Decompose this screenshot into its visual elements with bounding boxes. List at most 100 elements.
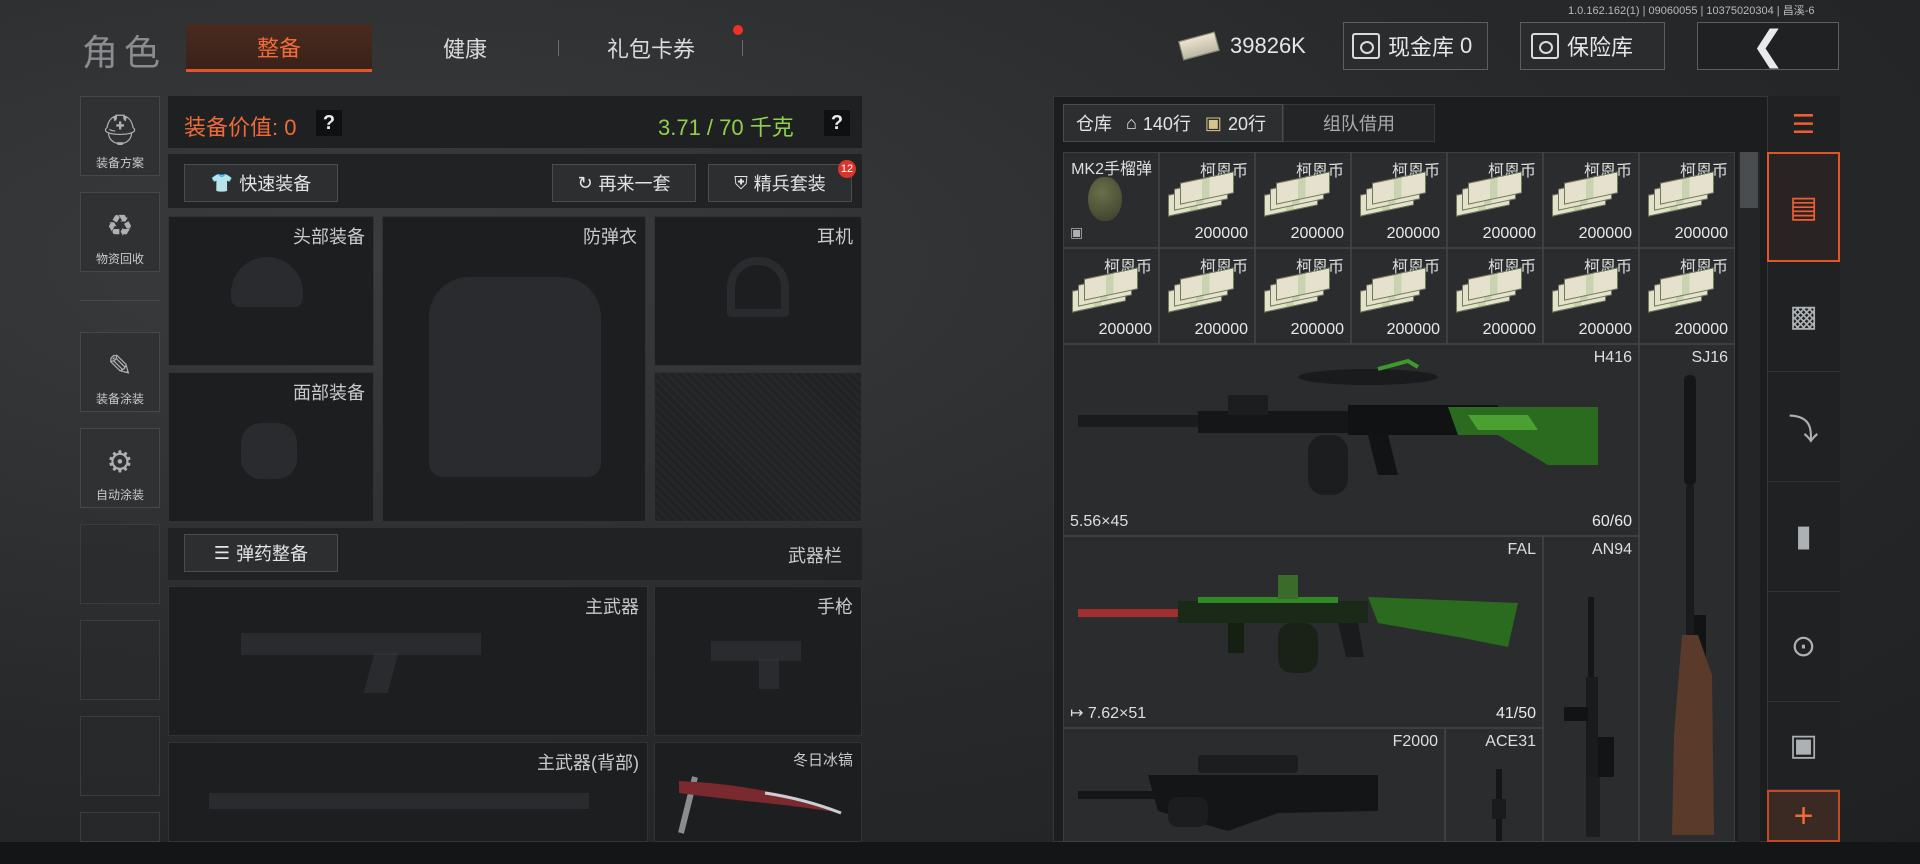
- item-caliber: 7.62×51: [1087, 705, 1147, 722]
- item-quantity: 200000: [1578, 225, 1632, 242]
- safe-vault-button[interactable]: 保险库: [1520, 22, 1665, 70]
- helmet-icon: [231, 257, 303, 307]
- item-name: AN94: [1591, 541, 1632, 558]
- category-weapons[interactable]: ⤵: [1767, 372, 1840, 482]
- item-quantity: 200000: [1674, 225, 1728, 242]
- item-quantity: 200000: [1194, 321, 1248, 338]
- ammo-icon: ⊙: [1790, 630, 1817, 663]
- money-icon: [1178, 31, 1220, 61]
- chevron-left-icon: ❮: [1751, 24, 1785, 68]
- tab-team-borrow[interactable]: 组队借用: [1283, 104, 1435, 142]
- category-magazines[interactable]: ▮: [1767, 482, 1840, 592]
- safe-vault-label: 保险库: [1567, 35, 1634, 60]
- ammo-button[interactable]: ☰ 弹药整备: [184, 534, 338, 572]
- warehouse-tab-label: 仓库: [1076, 114, 1112, 134]
- home-icon: ⌂: [1126, 112, 1137, 133]
- ice-pick-icon: [678, 776, 842, 834]
- slot-armor[interactable]: 防弹衣: [382, 216, 646, 522]
- slot-headset[interactable]: 耳机: [654, 216, 862, 366]
- back-button[interactable]: ❮: [1697, 22, 1839, 70]
- elite-kit-button[interactable]: ⛨ 精兵套装: [708, 164, 852, 202]
- item-coin[interactable]: 柯恩币 200000: [1639, 248, 1735, 344]
- category-all[interactable]: ▤: [1767, 152, 1840, 262]
- item-weapon-fal[interactable]: FAL ↦ 7.62×51 41/50: [1063, 536, 1543, 728]
- slot-face[interactable]: 面部装备: [168, 372, 374, 522]
- equipment-value: 装备价值: 0: [184, 115, 297, 140]
- slot-primary-back[interactable]: 主武器(背部): [168, 742, 648, 842]
- tab-health[interactable]: 健康: [372, 24, 558, 72]
- sidebar-empty-slot[interactable]: [80, 620, 160, 700]
- tab-equipment[interactable]: 整备: [186, 24, 372, 72]
- item-coin[interactable]: 柯恩币 200000: [1063, 248, 1159, 344]
- sidebar-item-loadout[interactable]: ⛑ 装备方案: [80, 96, 160, 176]
- item-coin[interactable]: 柯恩币 200000: [1255, 152, 1351, 248]
- category-armor[interactable]: ▩: [1767, 262, 1840, 372]
- item-coin[interactable]: 柯恩币 200000: [1543, 152, 1639, 248]
- item-name: SJ16: [1691, 349, 1728, 366]
- item-coin[interactable]: 柯恩币 200000: [1351, 152, 1447, 248]
- item-coin[interactable]: 柯恩币 200000: [1159, 248, 1255, 344]
- item-weapon-f2000[interactable]: F2000: [1063, 728, 1445, 842]
- slot-pistol[interactable]: 手枪: [654, 586, 862, 736]
- item-weapon-an94[interactable]: AN94: [1543, 536, 1639, 842]
- slot-melee[interactable]: 冬日冰镐: [654, 742, 862, 842]
- item-coin[interactable]: 柯恩币 200000: [1447, 152, 1543, 248]
- item-quantity: 200000: [1578, 321, 1632, 338]
- banknote-icon: [1264, 171, 1330, 217]
- item-quantity: 200000: [1290, 225, 1344, 242]
- category-ammo[interactable]: ⊙: [1767, 592, 1840, 702]
- sidebar-item-recycle[interactable]: ♻ 物资回收: [80, 192, 160, 272]
- warehouse-bag-rows: 20行: [1227, 114, 1266, 134]
- banknote-icon: [1552, 267, 1618, 313]
- banknote-icon: [1648, 267, 1714, 313]
- tab-warehouse[interactable]: 仓库 ⌂ 140行 ▣ 20行: [1063, 104, 1283, 142]
- sidebar-empty-slot[interactable]: [80, 812, 160, 842]
- weapon-bar-label: 武器栏: [788, 546, 842, 566]
- slot-label: 防弹衣: [583, 227, 637, 247]
- item-weapon-ace31[interactable]: ACE31: [1445, 728, 1543, 842]
- bottom-bar: [0, 842, 1920, 864]
- cash-vault-label: 现金库: [1388, 35, 1455, 60]
- quick-equip-button[interactable]: 👕 快速装备: [184, 164, 338, 202]
- notification-dot: [733, 25, 743, 35]
- item-coin[interactable]: 柯恩币 200000: [1543, 248, 1639, 344]
- sidebar-item-label: 物资回收: [95, 252, 144, 266]
- item-coin[interactable]: 柯恩币 200000: [1351, 248, 1447, 344]
- item-name: F2000: [1392, 733, 1438, 750]
- slot-label: 主武器: [585, 597, 639, 617]
- elite-kit-label: 精兵套装: [753, 174, 826, 194]
- item-coin[interactable]: 柯恩币 200000: [1447, 248, 1543, 344]
- banknote-icon: [1360, 171, 1426, 217]
- add-button[interactable]: +: [1767, 790, 1840, 842]
- item-grenade[interactable]: MK2手榴弹 ▣: [1063, 152, 1159, 248]
- tab-gift-cards[interactable]: 礼包卡券: [558, 24, 744, 72]
- sidebar-empty-slot[interactable]: [80, 524, 160, 604]
- sidebar-divider: [80, 300, 160, 301]
- item-weapon-h416[interactable]: H416 5.56×45 60/60: [1063, 344, 1639, 536]
- slot-primary[interactable]: 主武器: [168, 586, 648, 736]
- cash-vault-button[interactable]: 现金库 0: [1343, 22, 1488, 70]
- item-coin[interactable]: 柯恩币 200000: [1255, 248, 1351, 344]
- vest-icon: ▩: [1789, 300, 1818, 333]
- carry-weight: 3.71 / 70 千克: [658, 115, 794, 140]
- tab-divider: [742, 40, 743, 56]
- scrollbar-thumb[interactable]: [1740, 152, 1758, 208]
- repeat-loadout-label: 再来一套: [598, 174, 671, 194]
- sidebar-item-paint[interactable]: ✎ 装备涂装: [80, 332, 160, 412]
- sidebar-item-auto-paint[interactable]: ⚙ 自动涂装: [80, 428, 160, 508]
- stack-icon[interactable]: ☰: [1767, 96, 1840, 152]
- repeat-loadout-button[interactable]: ↻ 再来一套: [552, 164, 696, 202]
- elite-kit-badge: 12: [838, 160, 856, 178]
- sidebar-empty-slot[interactable]: [80, 716, 160, 796]
- item-coin[interactable]: 柯恩币 200000: [1159, 152, 1255, 248]
- weight-help-button[interactable]: ?: [824, 110, 850, 136]
- an94-rifle-icon: [1564, 597, 1614, 837]
- item-weapon-sj16[interactable]: SJ16: [1639, 344, 1735, 842]
- slot-head[interactable]: 头部装备: [168, 216, 374, 366]
- item-name: ACE31: [1485, 733, 1536, 750]
- value-help-button[interactable]: ?: [316, 110, 342, 136]
- warehouse-scrollbar[interactable]: [1738, 152, 1760, 842]
- category-attachments[interactable]: ▣: [1767, 702, 1840, 790]
- item-coin[interactable]: 柯恩币 200000: [1639, 152, 1735, 248]
- mask-icon: [241, 423, 297, 479]
